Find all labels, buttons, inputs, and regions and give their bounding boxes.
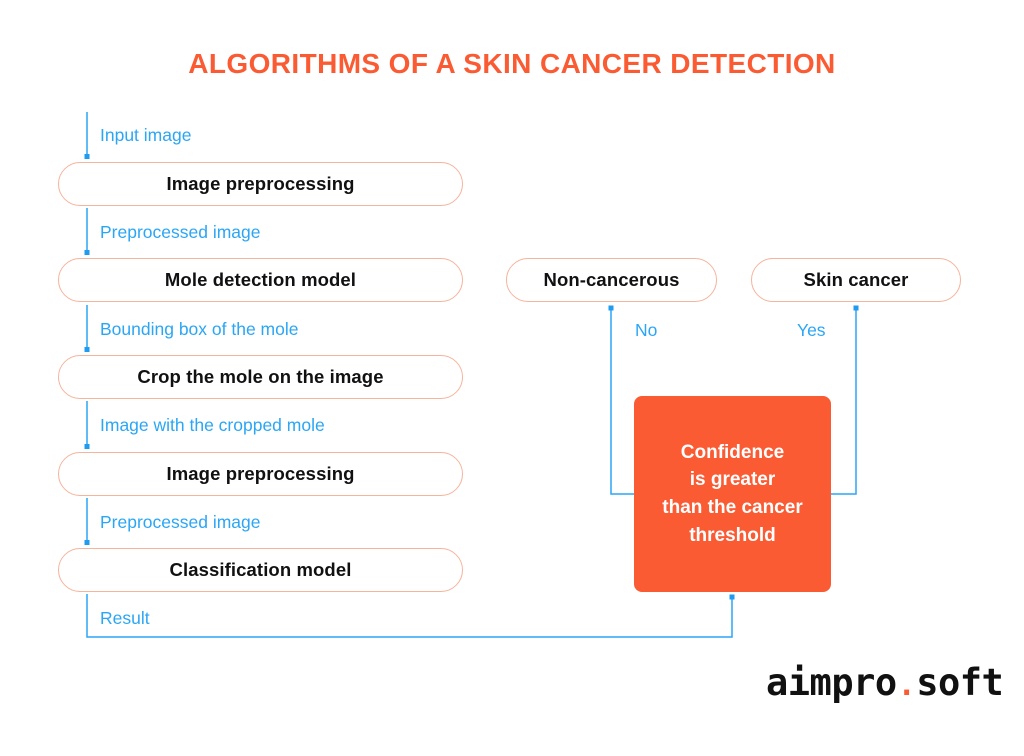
decision-text-line: is greater [689, 469, 776, 491]
junction-dot [84, 154, 90, 159]
step-image-preprocessing-2[interactable]: Image preprocessing [58, 452, 463, 496]
edge-label-preprocessed-image-1: Preprocessed image [100, 222, 261, 242]
step-crop-the-mole-on-the-image[interactable]: Crop the mole on the image [58, 355, 463, 399]
edge-result-path [86, 594, 733, 638]
edge-label-bounding-box: Bounding box of the mole [100, 319, 299, 339]
page-title: ALGORITHMS OF A SKIN CANCER DETECTION [188, 48, 836, 79]
decision-text-line: threshold [689, 524, 776, 546]
branch-label-no: No [635, 320, 658, 340]
junction-dot [84, 540, 90, 545]
junction-dot [84, 250, 90, 255]
aimprosoft-logo: aimpro.soft [766, 661, 1004, 704]
edge-label-image-with-cropped-mole: Image with the cropped mole [100, 415, 325, 435]
junction-dot [608, 305, 614, 311]
logo-text-aimpro: aimpro [766, 661, 897, 704]
edge-no-branch [610, 309, 634, 495]
step-mole-detection-model[interactable]: Mole detection model [58, 258, 463, 302]
edge-label-preprocessed-image-2: Preprocessed image [100, 512, 261, 532]
outcome-non-cancerous[interactable]: Non-cancerous [506, 258, 717, 302]
decision-text: Confidence is greater than the cancer th… [662, 439, 802, 549]
logo-text-soft: soft [916, 661, 1004, 704]
decision-confidence-threshold[interactable]: Confidence is greater than the cancer th… [634, 396, 831, 592]
junction-dot [729, 594, 735, 600]
branch-label-yes: Yes [797, 320, 826, 340]
diagram-canvas: ALGORITHMS OF A SKIN CANCER DETECTION In… [0, 0, 1024, 756]
logo-dot-icon: . [897, 668, 916, 703]
step-image-preprocessing-1[interactable]: Image preprocessing [58, 162, 463, 206]
outcome-skin-cancer[interactable]: Skin cancer [751, 258, 961, 302]
decision-text-line: than the cancer [662, 497, 803, 518]
junction-dot [853, 305, 859, 311]
decision-text-line: Confidence [680, 441, 785, 463]
junction-dot [84, 347, 90, 352]
edge-label-input-image: Input image [100, 125, 192, 145]
edge-label-result: Result [100, 608, 150, 628]
edge-yes-branch [831, 309, 857, 495]
junction-dot [84, 444, 90, 449]
step-classification-model[interactable]: Classification model [58, 548, 463, 592]
